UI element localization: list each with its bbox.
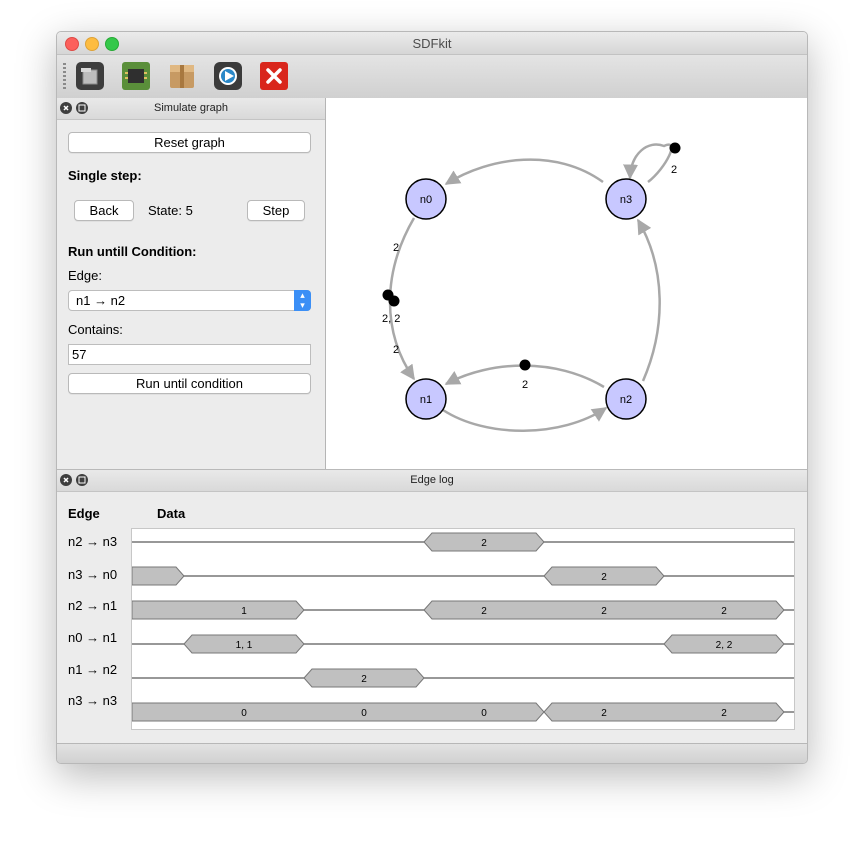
token-value: 1, 1 [236, 640, 253, 651]
package-icon [170, 65, 194, 88]
token-segment [131, 600, 305, 620]
node-n0-label: n0 [420, 194, 432, 206]
edge-log-header: Edge log [57, 470, 807, 492]
node-n1-label: n1 [420, 394, 432, 406]
row-edge-label: n1 → n2 [68, 662, 118, 677]
simulate-pane: Reset graph Single step: Back State: 5 S… [57, 120, 325, 469]
token-segment [543, 702, 785, 722]
contains-input[interactable]: 57 [68, 344, 311, 365]
edge-n2-n3[interactable] [636, 218, 661, 382]
node-n3[interactable]: n3 [605, 178, 647, 220]
graph-view[interactable]: 2 2 2, 2 2 2 n0 n3 n1 n2 [325, 98, 808, 469]
token [388, 295, 400, 307]
simulate-pane-title: Simulate graph [154, 102, 228, 114]
status-bar [57, 743, 807, 763]
step-button[interactable]: Step [247, 200, 305, 221]
simulate-icon [214, 62, 242, 90]
close-red-icon [260, 62, 288, 90]
chip-button[interactable] [121, 61, 151, 91]
contains-input-value: 57 [72, 347, 87, 362]
contains-label: Contains: [68, 322, 123, 337]
token-value: 2 [601, 606, 607, 617]
col-data-header: Data [157, 506, 186, 521]
quit-button[interactable] [259, 61, 289, 91]
chip-icon [122, 62, 150, 90]
token-value: 2 [601, 572, 607, 583]
open-button[interactable] [75, 61, 105, 91]
node-n0[interactable]: n0 [405, 178, 447, 220]
token-value: 2 [481, 538, 487, 549]
reset-graph-button[interactable]: Reset graph [68, 132, 311, 153]
package-button[interactable] [167, 61, 197, 91]
edge-label: Edge: [68, 268, 102, 283]
edge-n3-n3[interactable] [623, 143, 673, 183]
token-value: 2 [601, 708, 607, 719]
toolbar [57, 55, 807, 99]
toolbar-grip[interactable] [63, 63, 66, 89]
single-step-label: Single step: [68, 168, 142, 183]
edge-log-title: Edge log [410, 474, 454, 486]
edge-log-pane: Edge Data n2 → n3 n3 → n0 n2 → n1 n0 → n… [57, 492, 807, 743]
back-button[interactable]: Back [74, 200, 134, 221]
simulate-button[interactable] [213, 61, 243, 91]
node-n2[interactable]: n2 [605, 378, 647, 420]
token-value: 1 [241, 606, 247, 617]
node-n1[interactable]: n1 [405, 378, 447, 420]
run-until-heading: Run untill Condition: [68, 244, 197, 259]
token-value: 2 [721, 708, 727, 719]
row-edge-label: n2 → n3 [68, 534, 118, 549]
token [669, 142, 681, 154]
edge-label-n0-upper: 2 [393, 242, 399, 254]
title-bar: SDFkit [57, 32, 807, 55]
edge-n3-n0[interactable] [444, 158, 604, 186]
token-value: 0 [241, 708, 247, 719]
timeline-canvas: 2 2 1 2 2 2 1, 1 2, 2 2 0 0 0 2 2 [131, 532, 794, 722]
edge-select[interactable]: n1 → n2 ▴ ▾ [68, 290, 311, 311]
col-edge-header: Edge [68, 506, 100, 521]
token-value: 2 [721, 606, 727, 617]
open-icon [76, 62, 104, 90]
edge-label-n1-n2: 2 [522, 379, 528, 391]
node-n2-label: n2 [620, 394, 632, 406]
edge-label-n0-middle: 2, 2 [382, 313, 400, 325]
token [519, 359, 531, 371]
token-segment [131, 566, 185, 586]
row-edge-label: n3 → n3 [68, 693, 118, 708]
run-until-condition-button[interactable]: Run until condition [68, 373, 311, 394]
edge-log-timeline[interactable]: 2 2 1 2 2 2 1, 1 2, 2 2 0 0 0 2 2 [131, 528, 795, 730]
token-value: 0 [361, 708, 367, 719]
edge-select-value: n1 → n2 [76, 293, 126, 308]
window-title: SDFkit [412, 36, 452, 51]
edge-label-n0-lower: 2 [393, 344, 399, 356]
app-window: SDFkit Simulate graph Reset graph Single… [56, 31, 808, 764]
state-text: State: 5 [148, 203, 193, 218]
token-value: 2 [361, 674, 367, 685]
token-value: 0 [481, 708, 487, 719]
token-value: 2 [481, 606, 487, 617]
chevron-updown-icon: ▴ ▾ [294, 290, 311, 311]
row-edge-label: n2 → n1 [68, 598, 118, 613]
edge-n1-n2[interactable] [442, 406, 608, 432]
graph-canvas[interactable]: 2 2 2, 2 2 2 n0 n3 n1 n2 [326, 98, 808, 469]
row-edge-label: n3 → n0 [68, 567, 118, 582]
node-n3-label: n3 [620, 194, 632, 206]
edge-label-n3-self: 2 [671, 164, 677, 176]
row-edge-label: n0 → n1 [68, 630, 118, 645]
simulate-pane-header: Simulate graph [57, 98, 325, 120]
token-value: 2, 2 [716, 640, 733, 651]
